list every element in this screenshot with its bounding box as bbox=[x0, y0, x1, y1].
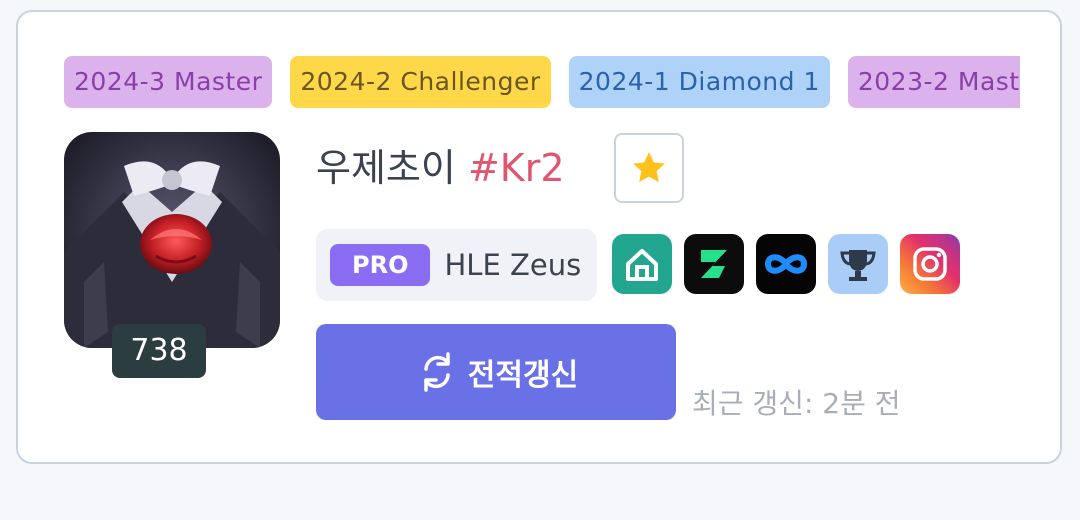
infinity-link-icon[interactable] bbox=[756, 234, 816, 294]
tag-line: #Kr2 bbox=[467, 146, 565, 190]
pro-player-name: HLE Zeus bbox=[444, 248, 582, 282]
home-link-icon[interactable] bbox=[612, 234, 672, 294]
z-link-icon[interactable] bbox=[684, 234, 744, 294]
refresh-record-button[interactable]: 전적갱신 bbox=[316, 324, 676, 420]
external-links bbox=[612, 234, 972, 294]
tier-badge: 2024-1 Diamond 1 bbox=[568, 56, 830, 108]
last-updated-text: 최근 갱신: 2분 전 bbox=[692, 387, 901, 420]
refresh-button-label: 전적갱신 bbox=[467, 358, 579, 393]
trophy-link-icon[interactable] bbox=[828, 234, 888, 294]
tier-history: 2024-3 Master 2024-2 Challenger 2024-1 Dia… bbox=[64, 56, 1020, 108]
profile-avatar bbox=[64, 132, 280, 348]
instagram-link-icon[interactable] bbox=[900, 234, 960, 294]
tier-badge: 2023-2 Master bbox=[847, 56, 1020, 108]
favorite-button[interactable] bbox=[614, 133, 684, 203]
tier-badge: 2024-3 Master bbox=[64, 56, 273, 108]
tier-badge: 2024-2 Challenger bbox=[290, 56, 551, 108]
star-icon bbox=[633, 152, 665, 183]
game-name: 우제초이 bbox=[316, 146, 456, 190]
pro-team-tag: PRO HLE Zeus bbox=[316, 229, 598, 301]
profile-card: 2024-3 Master 2024-2 Challenger 2024-1 Dia… bbox=[16, 10, 1062, 464]
pro-badge: PRO bbox=[330, 244, 431, 286]
summoner-name: 우제초이 #Kr2 bbox=[316, 138, 565, 198]
refresh-icon bbox=[424, 352, 450, 392]
summoner-level-badge: 738 bbox=[112, 324, 206, 378]
